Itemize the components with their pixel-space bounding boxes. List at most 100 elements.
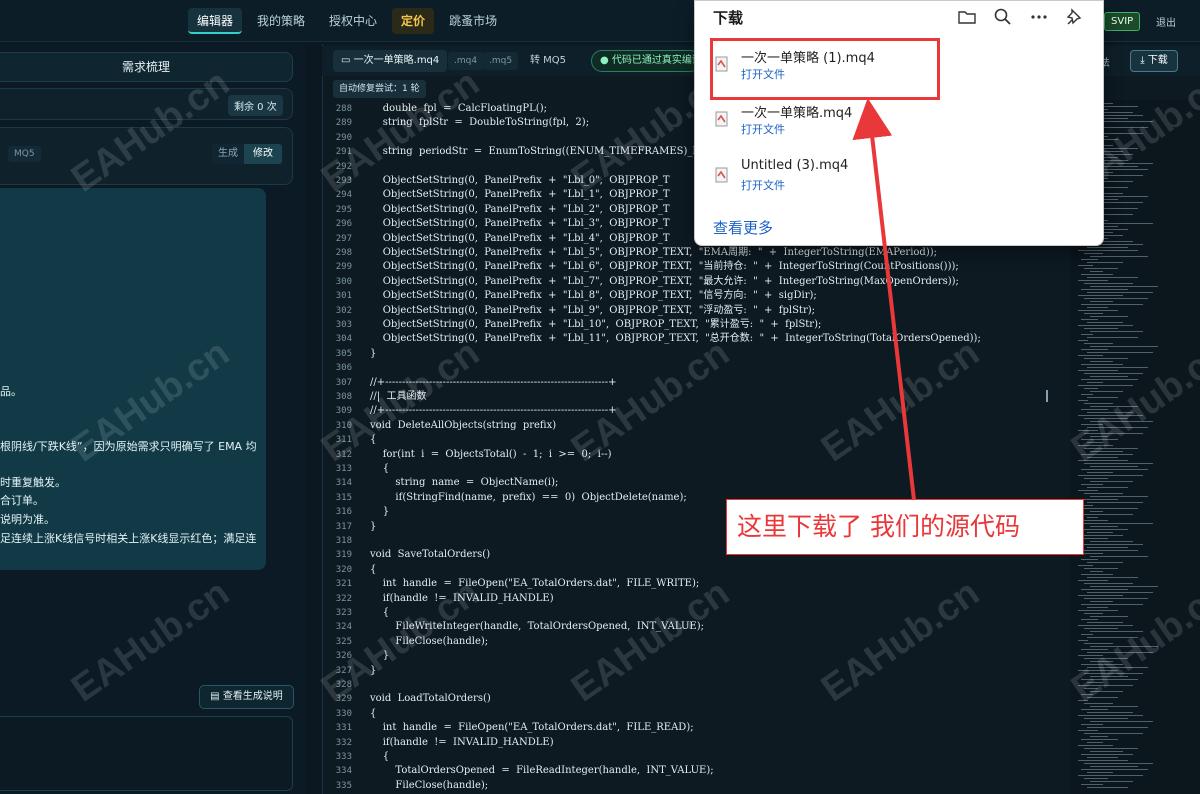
ext-mq5-chip[interactable]: .mq5	[483, 52, 519, 70]
minimap-line	[1078, 445, 1113, 446]
line-text: FileClose(handle);	[370, 779, 489, 791]
minimap-line	[1084, 523, 1153, 524]
minimap-line	[1078, 625, 1133, 626]
minimap-line	[1084, 253, 1103, 254]
code-line: 306	[322, 361, 1070, 375]
minimap-line	[1090, 451, 1123, 452]
line-text: if(StringFind(name, prefix) == 0) Object…	[370, 491, 687, 503]
minimap-line	[1078, 325, 1133, 326]
remaining-count-badge: 剩余 0 次	[228, 95, 283, 116]
line-text: ObjectSetString(0, PanelPrefix + "Lbl_2"…	[370, 203, 670, 215]
line-number: 302	[335, 305, 352, 316]
minimap-line	[1084, 733, 1143, 734]
requirement-input[interactable]	[0, 716, 293, 791]
requirement-notes: 品。 根阴线/下跌K线”，因为原始需求只明确写了 EMA 均 时重复触发。 合订…	[0, 188, 266, 570]
minimap-line	[1081, 259, 1098, 260]
minimap-line	[1087, 277, 1138, 278]
minimap-line	[1081, 544, 1143, 545]
see-more-link[interactable]: 查看更多	[713, 217, 773, 238]
minimap-line	[1084, 508, 1138, 509]
minimap-line	[1081, 559, 1098, 560]
minimap-line	[1090, 391, 1123, 392]
line-text: ObjectSetString(0, PanelPrefix + "Lbl_8"…	[370, 290, 817, 302]
minimap-line	[1087, 397, 1118, 398]
search-icon[interactable]	[993, 7, 1013, 27]
ext-mq4-chip[interactable]: .mq4	[448, 52, 484, 70]
minimap-line	[1078, 655, 1103, 656]
line-text: {	[370, 434, 377, 446]
minimap-line	[1087, 637, 1138, 638]
download-item[interactable]: 一次一单策略.mq4 打开文件	[711, 100, 1091, 150]
minimap-line	[1081, 634, 1093, 635]
file-type-icon	[715, 56, 728, 72]
convert-mq5-button[interactable]: 转 MQ5	[530, 52, 566, 70]
download-item-name: 一次一单策略.mq4	[741, 106, 853, 121]
minimap-line	[1084, 373, 1143, 374]
autofix-badge: 自动修复尝试：1 轮	[333, 80, 426, 98]
line-text: {	[370, 463, 390, 474]
line-number: 295	[335, 204, 352, 215]
minimap-line	[1090, 721, 1153, 722]
file-tab[interactable]: ▭ 一次一单策略.mq4	[333, 50, 448, 72]
line-number: 313	[335, 464, 352, 474]
open-file-link[interactable]: 打开文件	[741, 177, 785, 193]
open-file-link[interactable]: 打开文件	[741, 66, 785, 82]
minimap-line	[1084, 688, 1098, 689]
line-number: 306	[335, 363, 352, 374]
minimap-line	[1081, 754, 1133, 755]
code-line: 323 {	[322, 606, 1070, 620]
line-text: }	[370, 347, 377, 359]
line-number: 296	[335, 219, 352, 230]
code-line: 307 //+----------------------------------…	[322, 376, 1070, 390]
open-file-link[interactable]: 打开文件	[741, 121, 785, 137]
nav-pricing[interactable]: 定价	[392, 8, 435, 34]
minimap-line	[1087, 457, 1118, 458]
minimap-line	[1078, 730, 1098, 731]
download-item[interactable]: 一次一单策略 (1).mq4 打开文件	[711, 45, 1091, 95]
minimap-line	[1087, 622, 1123, 623]
line-text: int handle = FileOpen("EA_TotalOrders.da…	[370, 722, 694, 734]
code-line: 328	[322, 678, 1070, 692]
minimap-line	[1087, 682, 1103, 683]
line-text: ObjectSetString(0, PanelPrefix + "Lbl_4"…	[370, 232, 670, 244]
minimap-line	[1078, 370, 1118, 371]
download-item[interactable]: Untitled (3).mq4 打开文件	[711, 156, 1091, 206]
line-text: }	[370, 506, 390, 518]
line-number: 320	[335, 564, 352, 575]
line-number: 319	[335, 550, 352, 561]
minimap-line	[1081, 424, 1103, 425]
cursor-bar	[1046, 390, 1048, 402]
minimap-line	[1078, 760, 1128, 761]
compile-status-label: 代码已通过真实编译	[611, 55, 701, 66]
folder-icon[interactable]	[957, 7, 977, 27]
line-text: ObjectSetString(0, PanelPrefix + "Lbl_6"…	[370, 261, 959, 273]
download-button[interactable]: ⤓ 下载	[1130, 50, 1178, 72]
minimap-line	[1084, 313, 1103, 314]
logout-link[interactable]: 退出	[1156, 14, 1176, 29]
line-number: 303	[335, 320, 352, 330]
code-line: 330 {	[322, 707, 1070, 721]
nav-license-center[interactable]: 授权中心	[320, 8, 386, 34]
minimap-line	[1087, 337, 1138, 338]
minimap-line	[1081, 409, 1108, 410]
nav-editor[interactable]: 编辑器	[188, 8, 243, 34]
pin-icon[interactable]	[1065, 7, 1085, 27]
generate-button[interactable]: 生成	[212, 144, 244, 164]
line-text: string fplStr = DoubleToString(fpl, 2);	[370, 117, 590, 129]
line-text: ObjectSetString(0, PanelPrefix + "Lbl_7"…	[370, 275, 959, 287]
line-number: 334	[335, 766, 352, 777]
nav-my-strategies[interactable]: 我的策略	[248, 8, 314, 34]
modify-button[interactable]: 修改	[244, 144, 282, 164]
view-generation-notes-button[interactable]: ▤ 查看生成说明	[199, 685, 294, 709]
minimap-line	[1081, 454, 1133, 455]
line-number: 310	[335, 420, 352, 431]
line-number: 304	[335, 334, 352, 345]
minimap-line	[1078, 460, 1128, 461]
nav-flea-market[interactable]: 跳蚤市场	[440, 8, 506, 34]
mq5-chip[interactable]: MQ5	[8, 146, 41, 162]
more-icon[interactable]	[1029, 7, 1049, 27]
minimap-line	[1078, 295, 1123, 296]
minimap-line	[1090, 736, 1108, 737]
code-line: 313 {	[322, 462, 1070, 476]
minimap-line	[1081, 529, 1128, 530]
